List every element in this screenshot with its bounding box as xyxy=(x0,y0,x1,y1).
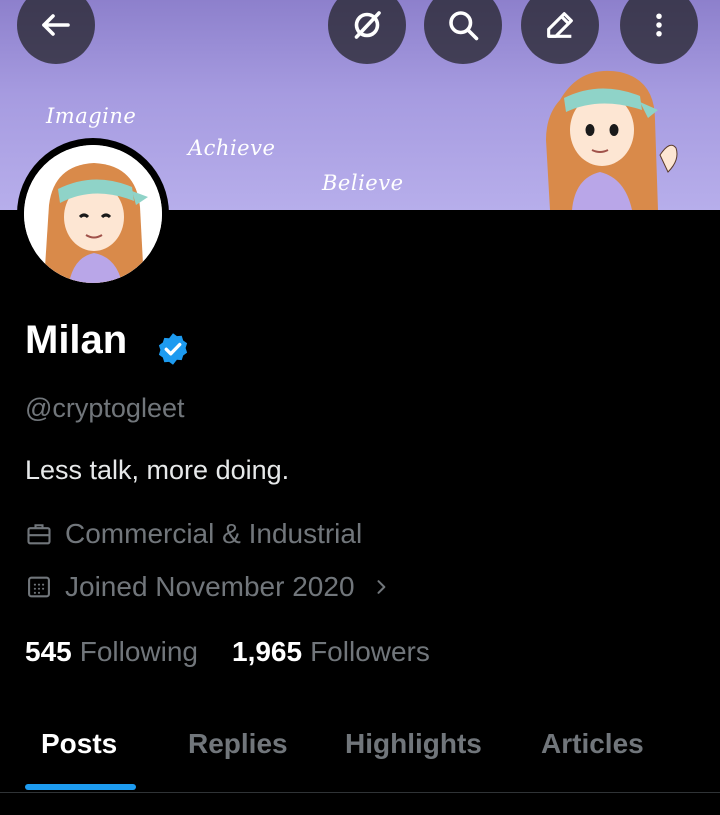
following-link[interactable]: 545 Following xyxy=(25,636,198,668)
follow-stats: 545 Following 1,965 Followers xyxy=(25,636,430,668)
category-label: Commercial & Industrial xyxy=(65,518,363,549)
briefcase-icon xyxy=(27,524,51,545)
chevron-right-icon xyxy=(377,580,385,594)
calendar-icon xyxy=(28,576,50,598)
banner-word-achieve: Achieve xyxy=(188,136,276,160)
edit-button[interactable] xyxy=(521,0,599,64)
followers-count: 1,965 xyxy=(232,636,303,667)
followers-label: Followers xyxy=(310,636,430,667)
tab-replies[interactable]: Replies xyxy=(188,728,288,760)
banner-illustration xyxy=(546,70,678,210)
edit-icon xyxy=(547,12,573,38)
avatar-image xyxy=(24,145,162,283)
profile-bio: Less talk, more doing. xyxy=(25,455,290,485)
arrow-left-icon xyxy=(42,14,70,36)
banner-word-believe: Believe xyxy=(322,171,404,195)
following-count: 545 xyxy=(25,636,72,667)
followers-link[interactable]: 1,965 Followers xyxy=(232,636,430,668)
search-icon xyxy=(449,11,479,41)
more-vertical-icon xyxy=(656,13,662,37)
banner-word-imagine: Imagine xyxy=(46,104,137,128)
profile-name: Milan xyxy=(25,318,128,362)
tab-posts[interactable]: Posts xyxy=(41,728,117,760)
profile-category: Commercial & Industrial xyxy=(25,518,362,550)
profile-handle: @cryptogleet xyxy=(25,393,185,423)
active-tab-indicator xyxy=(25,784,136,790)
profile-joined[interactable]: Joined November 2020 xyxy=(25,571,391,603)
tab-articles[interactable]: Articles xyxy=(541,728,644,760)
tab-highlights[interactable]: Highlights xyxy=(345,728,482,760)
avatar[interactable] xyxy=(17,138,169,290)
search-button[interactable] xyxy=(424,0,502,64)
verified-badge-icon xyxy=(158,333,188,365)
profile-tabs: Posts Replies Highlights Articles xyxy=(0,700,720,793)
grok-icon xyxy=(354,11,381,39)
back-button[interactable] xyxy=(17,0,95,64)
joined-label: Joined November 2020 xyxy=(65,571,355,602)
more-button[interactable] xyxy=(620,0,698,64)
following-label: Following xyxy=(79,636,198,667)
grok-button[interactable] xyxy=(328,0,406,64)
